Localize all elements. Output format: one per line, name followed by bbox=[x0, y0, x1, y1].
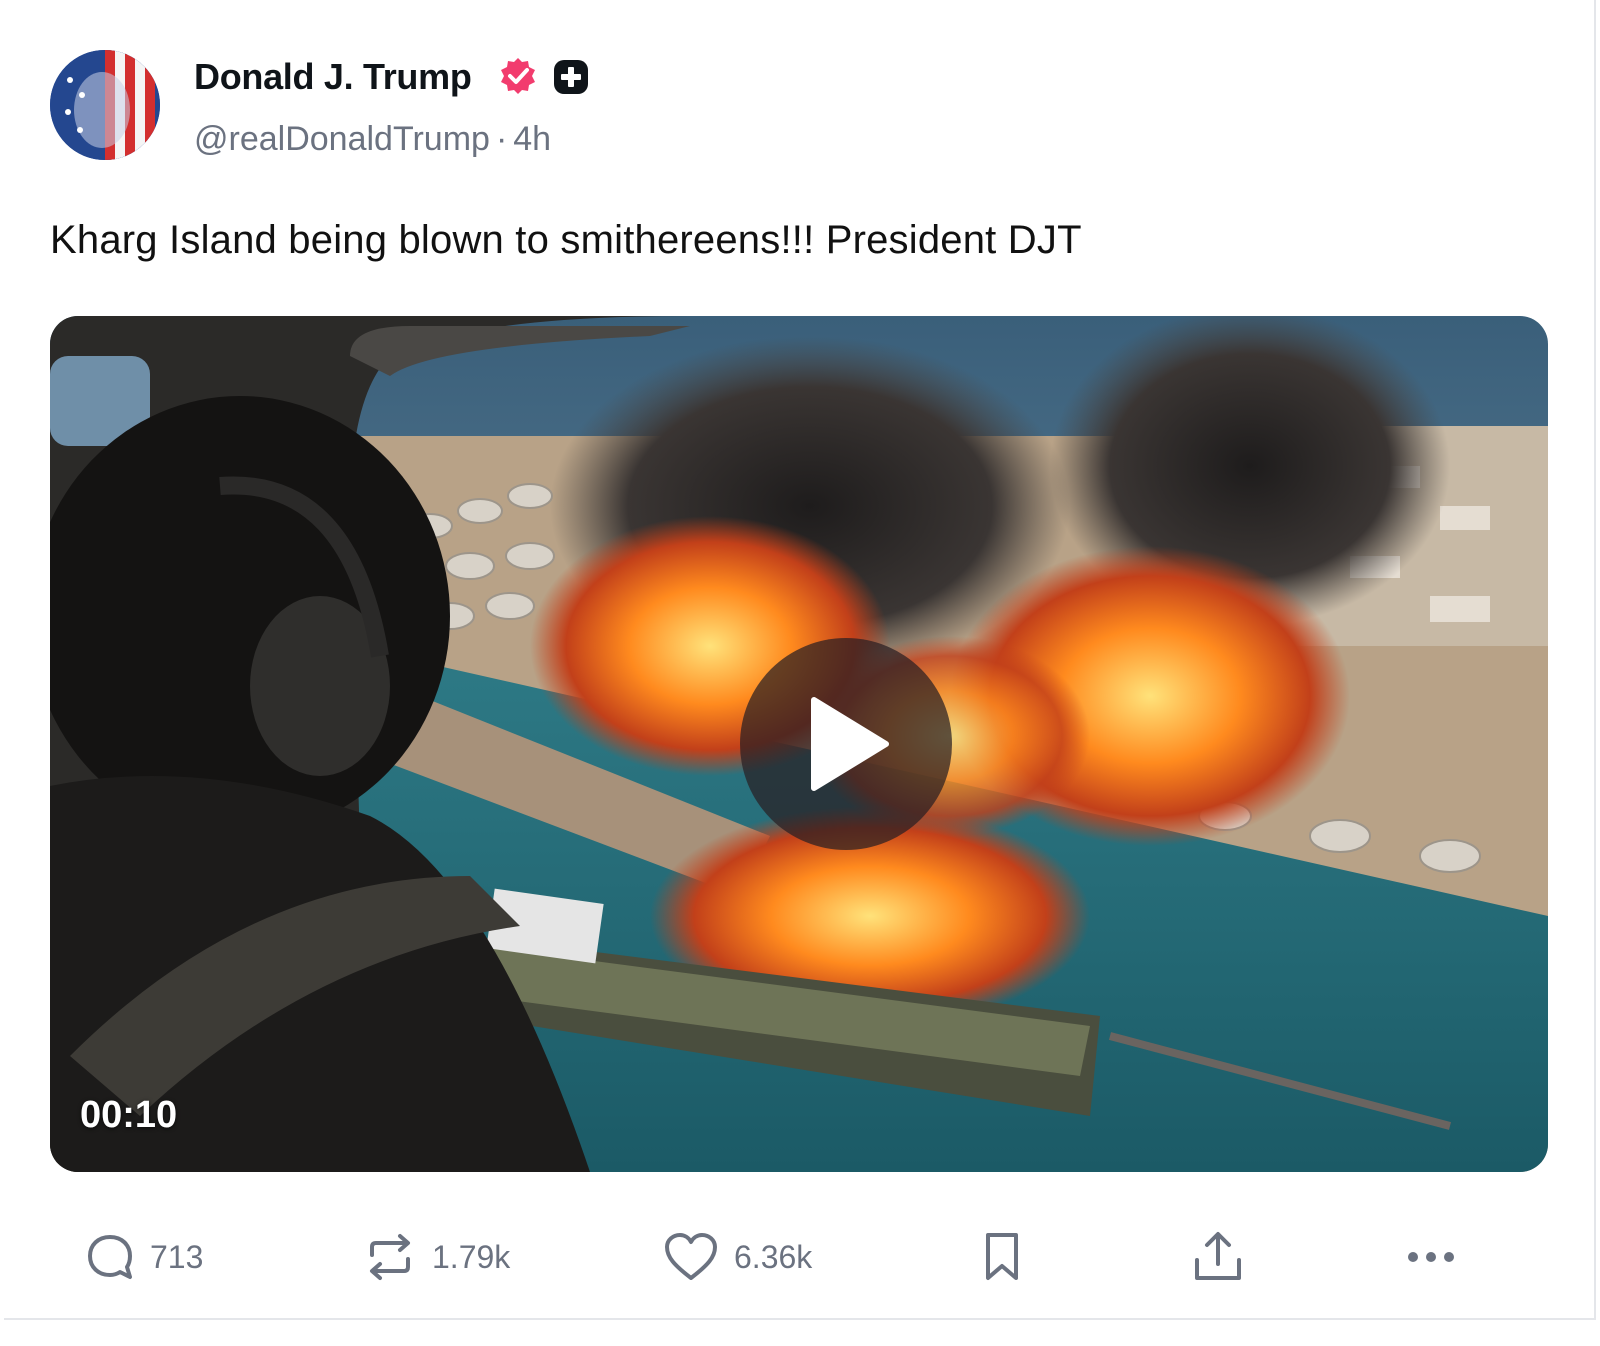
reply-count: 713 bbox=[150, 1238, 204, 1275]
repost-icon bbox=[370, 1234, 410, 1280]
verified-badge-icon bbox=[501, 58, 535, 94]
post-card: Donald J. Trump @realDonaldTrump · 4h Khar… bbox=[4, 0, 1596, 1320]
separator: · bbox=[495, 120, 508, 158]
avatar[interactable] bbox=[50, 50, 160, 160]
play-icon bbox=[811, 697, 889, 791]
video-player[interactable]: 00:10 bbox=[50, 316, 1548, 1172]
like-button[interactable]: 6.36k bbox=[664, 1222, 812, 1292]
author-handle[interactable]: @realDonaldTrump bbox=[194, 120, 490, 158]
repost-count: 1.79k bbox=[432, 1238, 511, 1275]
repost-button[interactable]: 1.79k bbox=[364, 1222, 510, 1292]
share-button[interactable] bbox=[1192, 1222, 1244, 1292]
comment-icon bbox=[88, 1235, 132, 1279]
heart-icon bbox=[665, 1233, 717, 1280]
bookmark-button[interactable] bbox=[982, 1222, 1022, 1292]
play-button[interactable] bbox=[740, 638, 952, 850]
more-options-button[interactable] bbox=[1406, 1222, 1456, 1292]
reply-button[interactable]: 713 bbox=[86, 1222, 203, 1292]
bookmark-icon bbox=[986, 1233, 1018, 1280]
author-name[interactable]: Donald J. Trump bbox=[194, 56, 472, 98]
post-text: Kharg Island being blown to smithereens!… bbox=[50, 218, 1082, 262]
avatar-image bbox=[50, 50, 160, 160]
author-handle-line: @realDonaldTrump · 4h bbox=[194, 120, 551, 159]
share-icon bbox=[1195, 1232, 1241, 1280]
more-icon bbox=[1408, 1252, 1454, 1262]
plus-badge-icon bbox=[554, 60, 588, 94]
action-bar: 713 1.79k 6.36k bbox=[4, 1222, 1594, 1302]
timestamp[interactable]: 4h bbox=[513, 120, 551, 158]
like-count: 6.36k bbox=[734, 1238, 813, 1275]
video-duration: 00:10 bbox=[80, 1094, 178, 1136]
